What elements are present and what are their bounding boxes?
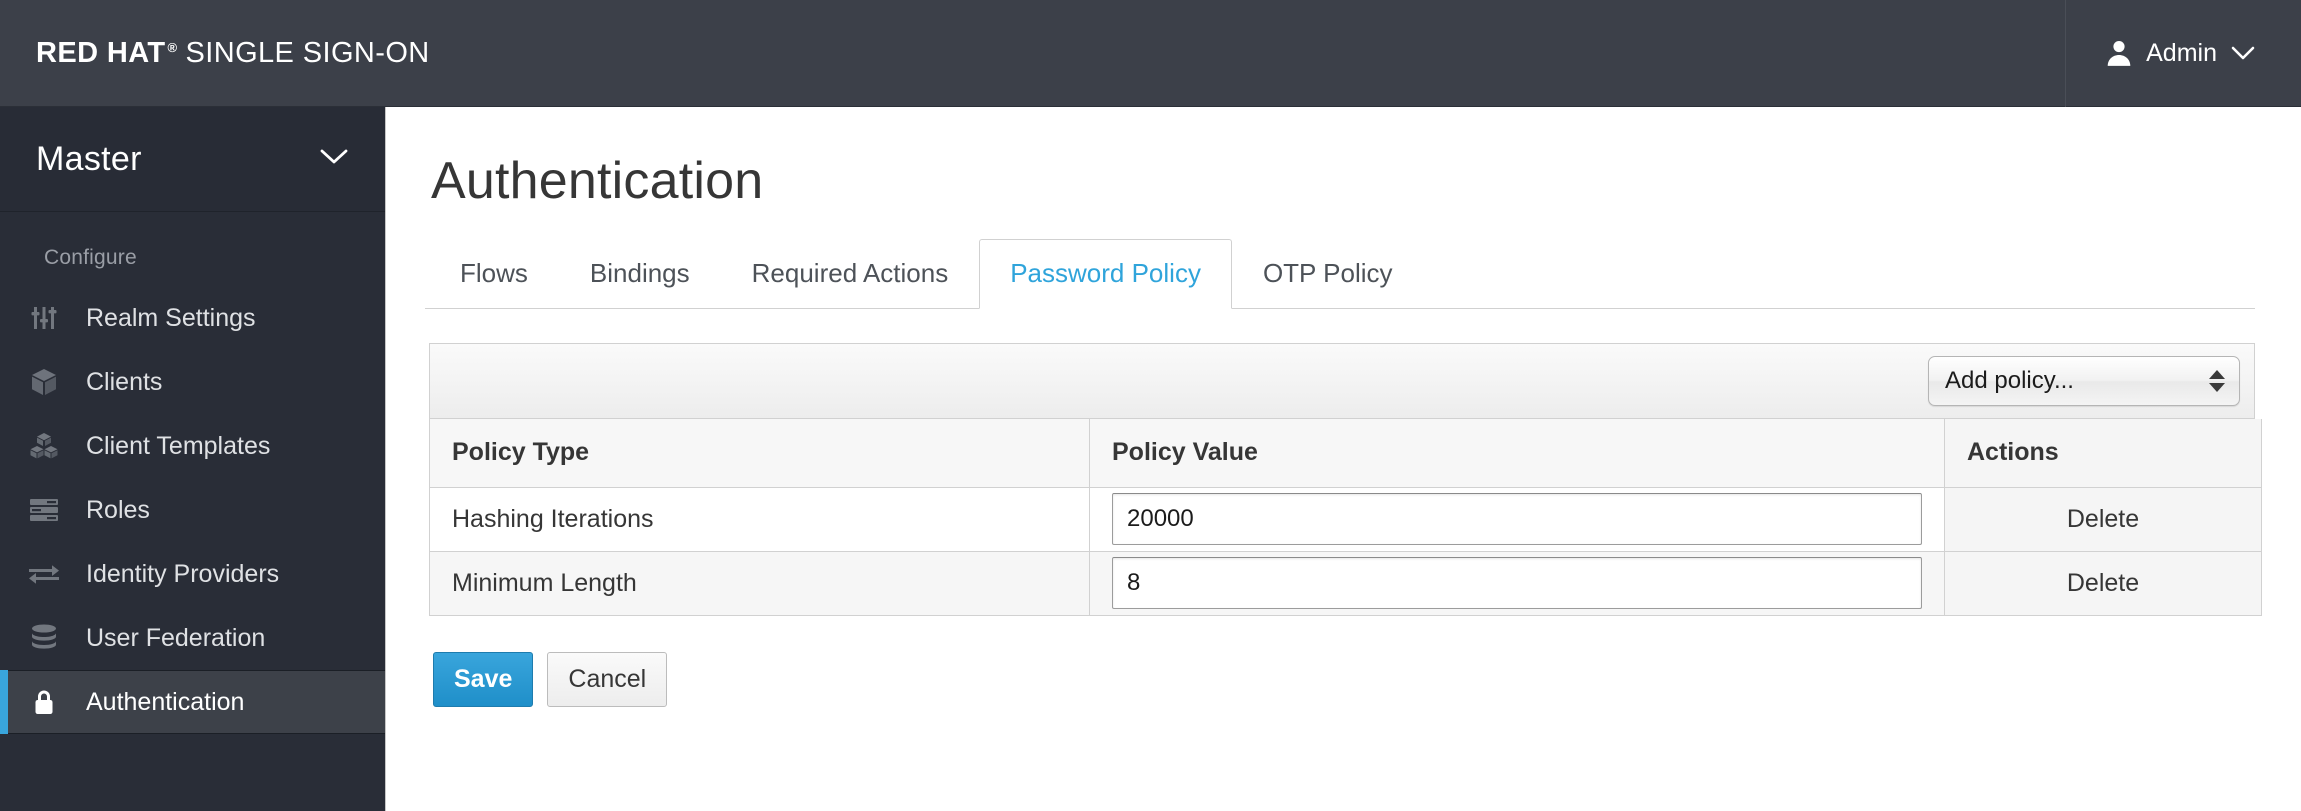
sidebar-item-authentication[interactable]: Authentication (0, 670, 385, 734)
table-row: Minimum Length Delete (429, 550, 2262, 616)
exchange-arrows-icon (24, 563, 64, 585)
tab-bar: Flows Bindings Required Actions Password… (425, 239, 2255, 310)
sidebar-item-label: Clients (86, 367, 163, 396)
sidebar-item-realm-settings[interactable]: Realm Settings (0, 286, 385, 350)
form-actions: Save Cancel (433, 651, 2255, 707)
list-bars-icon (24, 498, 64, 522)
sidebar-item-label: Client Templates (86, 431, 271, 460)
table-row: Hashing Iterations Delete (429, 486, 2262, 552)
cell-policy-type: Hashing Iterations (429, 486, 1090, 552)
sidebar-nav-list: Realm Settings Clients Client Templates … (0, 286, 385, 734)
sidebar-item-label: User Federation (86, 623, 266, 652)
save-button[interactable]: Save (433, 651, 534, 707)
table-header: Policy Type Policy Value Actions (429, 419, 2262, 488)
sidebar-item-user-federation[interactable]: User Federation (0, 606, 385, 670)
app-root: RED HAT ® SINGLE SIGN-ON Admin Master Co… (0, 0, 2301, 811)
user-icon (2106, 39, 2132, 67)
delete-button[interactable]: Delete (2067, 505, 2139, 533)
sidebar: Master Configure Realm Settings Clients … (0, 107, 386, 811)
chevron-down-icon (2231, 46, 2255, 61)
tab-password-policy[interactable]: Password Policy (979, 239, 1232, 310)
sidebar-item-client-templates[interactable]: Client Templates (0, 414, 385, 478)
brand-registered-mark: ® (167, 39, 178, 55)
delete-button[interactable]: Delete (2067, 569, 2139, 597)
database-icon (24, 624, 64, 652)
cube-icon (24, 368, 64, 396)
sidebar-item-roles[interactable]: Roles (0, 478, 385, 542)
cell-policy-value (1089, 550, 1945, 616)
top-header: RED HAT ® SINGLE SIGN-ON Admin (0, 0, 2301, 107)
header-right-region: Admin (2065, 0, 2301, 107)
sidebar-item-label: Authentication (86, 687, 245, 716)
realm-selector[interactable]: Master (0, 107, 385, 212)
table-toolbar: Add policy... (429, 343, 2255, 420)
cell-policy-value (1089, 486, 1945, 552)
sidebar-item-label: Roles (86, 495, 150, 524)
policy-value-input-minimum-length[interactable] (1112, 557, 1922, 610)
column-header-policy-type: Policy Type (429, 419, 1090, 488)
cell-actions: Delete (1944, 550, 2262, 616)
column-header-actions: Actions (1944, 419, 2262, 488)
column-header-policy-value: Policy Value (1089, 419, 1945, 488)
sliders-icon (24, 305, 64, 331)
page-title: Authentication (431, 152, 764, 210)
user-menu-label: Admin (2146, 38, 2217, 67)
brand-product-text: SINGLE SIGN-ON (185, 36, 430, 69)
brand-bold-text: RED HAT (36, 36, 166, 69)
sidebar-item-clients[interactable]: Clients (0, 350, 385, 414)
sidebar-item-identity-providers[interactable]: Identity Providers (0, 542, 385, 606)
chevron-down-icon (319, 148, 349, 171)
tab-otp-policy[interactable]: OTP Policy (1232, 239, 1424, 309)
tab-bindings[interactable]: Bindings (559, 239, 721, 309)
cancel-button[interactable]: Cancel (547, 651, 668, 707)
add-policy-select[interactable]: Add policy... (1928, 356, 2240, 407)
cell-policy-type: Minimum Length (429, 550, 1090, 616)
table-header-row: Policy Type Policy Value Actions (429, 419, 2262, 488)
tab-flows[interactable]: Flows (429, 239, 559, 309)
user-menu-button[interactable]: Admin (2106, 39, 2255, 68)
brand-logo: RED HAT ® SINGLE SIGN-ON (36, 37, 430, 70)
table-body: Hashing Iterations Delete Minimum Length (429, 486, 2262, 616)
sidebar-item-label: Realm Settings (86, 303, 256, 332)
tab-required-actions[interactable]: Required Actions (721, 239, 980, 309)
password-policy-table: Policy Type Policy Value Actions Hashing… (429, 419, 2262, 616)
sidebar-item-label: Identity Providers (86, 559, 280, 588)
cell-actions: Delete (1944, 486, 2262, 552)
main-content: Authentication Flows Bindings Required A… (387, 107, 2301, 811)
policy-value-input-hashing-iterations[interactable] (1112, 493, 1922, 546)
stacked-cubes-icon (24, 432, 64, 460)
select-stepper-icon (2209, 370, 2225, 393)
password-policy-panel: Add policy... Policy Type Policy Value A… (429, 343, 2262, 707)
sidebar-section-title: Configure (44, 246, 137, 269)
realm-selector-label: Master (36, 139, 142, 178)
add-policy-select-label: Add policy... (1945, 367, 2074, 395)
lock-icon (24, 688, 64, 716)
